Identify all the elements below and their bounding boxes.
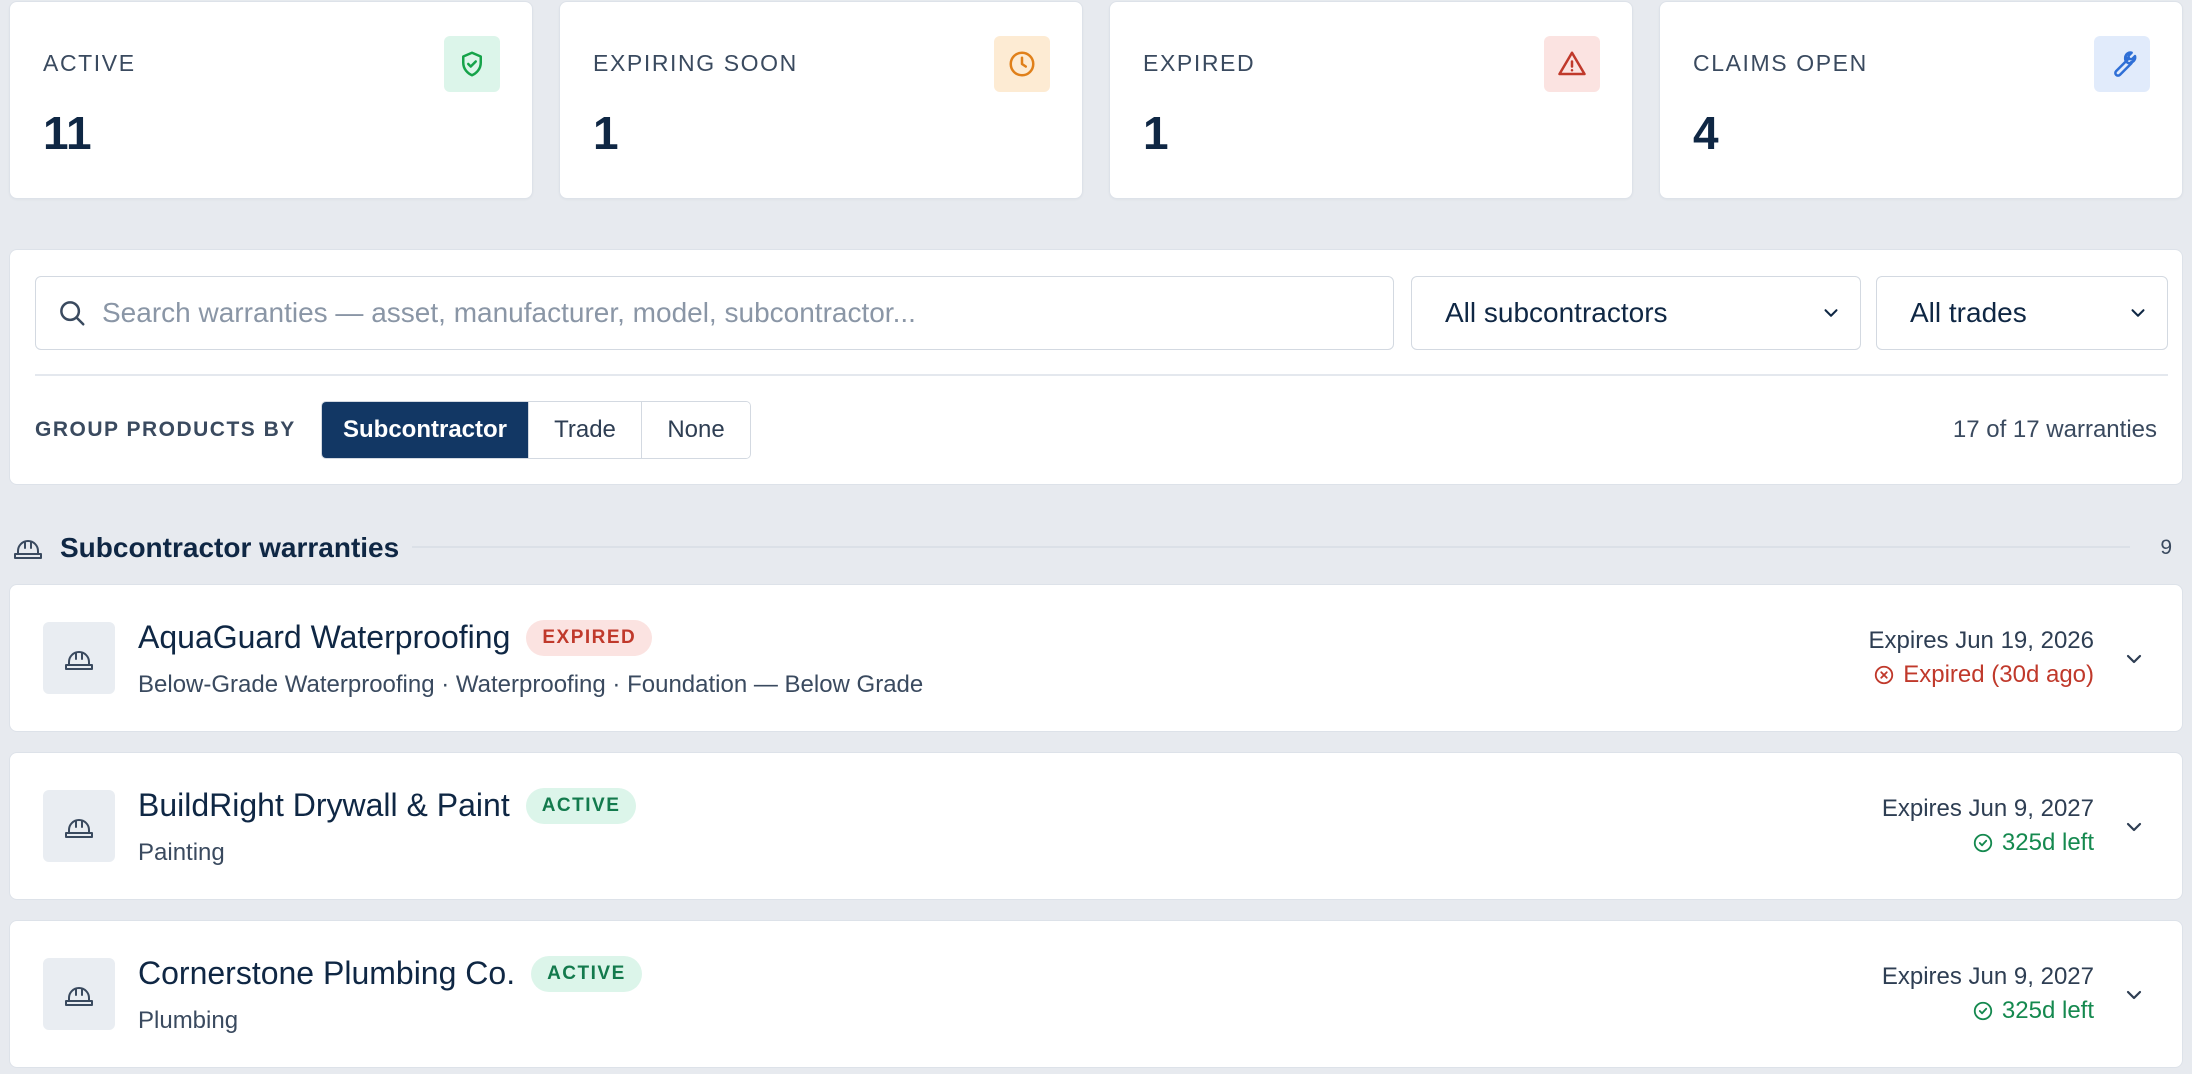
hard-hat-icon [43, 790, 115, 862]
section-divider [412, 546, 2130, 548]
clock-icon [994, 36, 1050, 92]
warranty-card[interactable]: Cornerstone Plumbing Co. ACTIVE Plumbing… [9, 920, 2183, 1068]
trade-select[interactable]: All trades [1876, 276, 2168, 350]
alert-triangle-icon [1544, 36, 1600, 92]
chevron-down-icon[interactable] [2122, 983, 2146, 1007]
stat-value: 1 [593, 107, 619, 159]
warranty-subtitle: Plumbing [138, 1007, 239, 1034]
stat-card-expiring-soon: EXPIRING SOON 1 [559, 1, 1083, 199]
stat-card-expired: EXPIRED 1 [1109, 1, 1633, 199]
hard-hat-icon [43, 622, 115, 694]
chevron-down-icon [2127, 302, 2149, 324]
section-title: Subcontractor warranties [60, 532, 400, 563]
check-circle-icon [1973, 833, 1993, 853]
expiry-date: Expires Jun 19, 2026 [1868, 627, 2094, 654]
warranty-card[interactable]: AquaGuard Waterproofing EXPIRED Below-Gr… [9, 584, 2183, 732]
stat-label: ACTIVE [43, 50, 136, 76]
expiry-status: 325d left [1882, 829, 2094, 857]
chevron-down-icon[interactable] [2122, 815, 2146, 839]
divider [35, 374, 2168, 376]
stat-card-active: ACTIVE 11 [9, 1, 533, 199]
status-badge: EXPIRED [526, 619, 653, 656]
x-circle-icon [1875, 665, 1894, 685]
section-header: Subcontractor warranties 9 [12, 527, 2180, 567]
expiry-date: Expires Jun 9, 2027 [1881, 963, 2094, 990]
stat-label: EXPIRED [1143, 50, 1256, 76]
check-circle-icon [1973, 1001, 1993, 1021]
expiry-status: 325d left [1882, 997, 2094, 1025]
warranty-title-row: BuildRight Drywall & Paint ACTIVE [138, 787, 637, 824]
expiry-status-text: 325d left [2001, 997, 2094, 1024]
warranty-title-row: Cornerstone Plumbing Co. ACTIVE [138, 955, 642, 992]
wrench-icon [2094, 36, 2150, 92]
status-badge: ACTIVE [531, 955, 642, 992]
warranty-expiry: Expires Jun 9, 2027 325d left [1882, 963, 2094, 1025]
warranty-title-row: AquaGuard Waterproofing EXPIRED [138, 619, 653, 656]
warranty-name: AquaGuard Waterproofing [138, 619, 511, 655]
search-icon [56, 297, 88, 329]
stats-row: ACTIVE 11 EXPIRING SOON 1 EXPIRED 1 CLAI… [9, 1, 2183, 199]
stat-value: 4 [1693, 107, 1719, 159]
stat-label: CLAIMS OPEN [1693, 50, 1868, 76]
subcontractor-select[interactable]: All subcontractors [1411, 276, 1861, 350]
trade-select-value: All trades [1910, 297, 2027, 328]
expiry-status-text: 325d left [2001, 829, 2094, 856]
warranty-expiry: Expires Jun 9, 2027 325d left [1882, 795, 2094, 857]
status-badge: ACTIVE [525, 787, 637, 824]
chevron-down-icon [1820, 302, 1842, 324]
group-by-trade-button[interactable]: Trade [529, 402, 642, 458]
group-by-none-button[interactable]: None [642, 402, 750, 458]
stat-value: 1 [1143, 107, 1169, 159]
section-count: 9 [2160, 536, 2172, 559]
warranty-expiry: Expires Jun 19, 2026 Expired (30d ago) [1869, 627, 2094, 689]
shield-check-icon [444, 36, 500, 92]
search-input[interactable] [102, 277, 1393, 349]
warranty-name: Cornerstone Plumbing Co. [138, 955, 516, 991]
expiry-date: Expires Jun 9, 2027 [1881, 795, 2094, 822]
warranty-name: BuildRight Drywall & Paint [138, 787, 510, 823]
hard-hat-icon [43, 958, 115, 1030]
stat-label: EXPIRING SOON [593, 50, 798, 76]
group-by-label: GROUP PRODUCTS BY [35, 418, 296, 441]
expiry-status: Expired (30d ago) [1869, 661, 2094, 689]
stat-card-claims-open: CLAIMS OPEN 4 [1659, 1, 2183, 199]
chevron-down-icon[interactable] [2122, 647, 2146, 671]
stat-value: 11 [43, 107, 92, 159]
warranty-card[interactable]: BuildRight Drywall & Paint ACTIVE Painti… [9, 752, 2183, 900]
warranty-subtitle: Painting [138, 839, 225, 866]
expiry-status-text: Expired (30d ago) [1903, 661, 2094, 688]
filter-panel: All subcontractors All trades GROUP PROD… [9, 249, 2183, 485]
group-by-toggle: Subcontractor Trade None [321, 401, 751, 459]
results-count: 17 of 17 warranties [1952, 416, 2157, 443]
subcontractor-select-value: All subcontractors [1445, 297, 1668, 328]
hard-hat-icon [14, 540, 42, 559]
warranty-subtitle: Below-Grade Waterproofing · Waterproofin… [138, 671, 924, 698]
group-by-subcontractor-button[interactable]: Subcontractor [322, 402, 529, 458]
search-box[interactable] [35, 276, 1394, 350]
